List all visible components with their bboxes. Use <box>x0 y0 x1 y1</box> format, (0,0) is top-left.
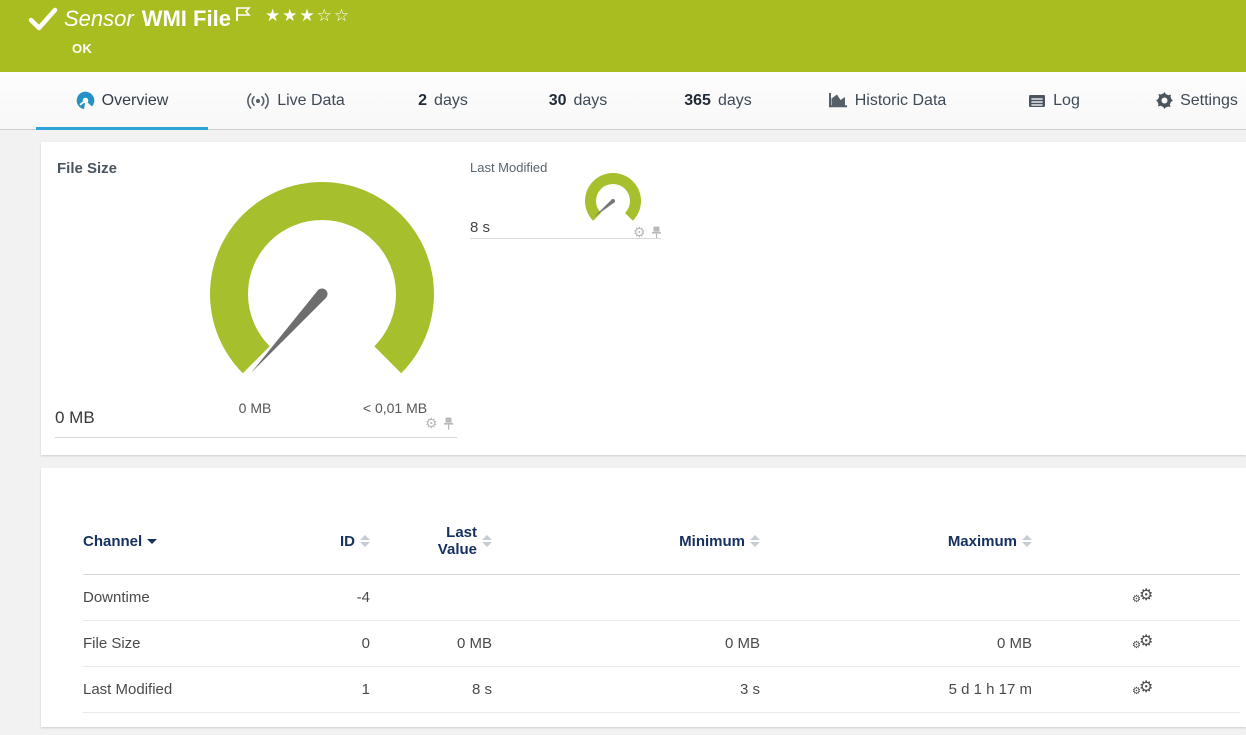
status-badge: OK <box>72 41 93 56</box>
tabbar: Overview Live Data 2 days 30 days 365 da… <box>0 72 1246 130</box>
tab-30-days-label: days <box>573 91 608 109</box>
cell-minimum: 0 MB <box>724 635 760 652</box>
tab-2-days-label: days <box>434 91 468 109</box>
column-header-channel[interactable]: Channel <box>83 533 293 550</box>
gauge-scale-max: < 0,01 MB <box>362 400 428 416</box>
column-header-last-value[interactable]: Last Value <box>425 524 492 558</box>
channels-table-header: Channel ID Last Value Minimum Maximum <box>83 508 1240 575</box>
cell-last-value: 8 s <box>471 681 492 698</box>
tab-log-label: Log <box>1053 91 1080 109</box>
column-label: Channel <box>83 532 143 550</box>
file-size-gauge <box>210 182 434 374</box>
tab-historic-data[interactable]: Historic Data <box>822 72 952 129</box>
secondary-gauge-title: Last Modified <box>470 160 548 175</box>
pin-icon[interactable] <box>443 417 454 430</box>
table-row-last-modified[interactable]: Last Modified 1 8 s 3 s 5 d 1 h 17 m ⚙ ⚙ <box>83 667 1240 713</box>
cell-channel: Last Modified <box>83 681 173 698</box>
secondary-gauge-divider <box>470 238 661 239</box>
primary-gauge-title: File Size <box>57 160 118 177</box>
sort-desc-icon <box>147 538 158 544</box>
tab-365-days[interactable]: 365 days <box>678 72 758 129</box>
sensor-name: WMI File <box>141 6 231 31</box>
sensor-title-row: Sensor WMI File ★★★☆☆ <box>28 6 351 32</box>
priority-stars[interactable]: ★★★☆☆ <box>265 6 351 26</box>
column-header-minimum[interactable]: Minimum <box>679 533 760 550</box>
status-check-icon <box>28 7 58 31</box>
column-header-id[interactable]: ID <box>340 533 370 550</box>
cell-maximum: 0 MB <box>996 635 1032 652</box>
table-row-downtime[interactable]: Downtime -4 ⚙ ⚙ <box>83 575 1240 621</box>
secondary-gauge-actions: ⚙ <box>633 225 662 239</box>
gauge-settings-icon[interactable]: ⚙ <box>633 225 646 239</box>
tab-log[interactable]: Log <box>1014 72 1094 129</box>
sort-icon <box>750 535 760 547</box>
channel-settings-gears-icon[interactable]: ⚙ ⚙ <box>1132 587 1156 608</box>
channel-settings-gears-icon[interactable]: ⚙ ⚙ <box>1132 679 1156 700</box>
cell-id: 0 <box>361 635 370 652</box>
tab-2-days-number: 2 <box>418 91 428 109</box>
primary-gauge-actions: ⚙ <box>425 416 454 430</box>
sensor-page: Sensor WMI File ★★★☆☆ OK Overview Live D… <box>0 0 1246 735</box>
tab-live-data[interactable]: Live Data <box>235 72 356 129</box>
tab-365-days-label: days <box>717 91 752 109</box>
tab-historic-data-label: Historic Data <box>854 91 947 109</box>
tab-live-data-label: Live Data <box>277 91 345 109</box>
sort-icon <box>482 535 492 547</box>
column-label: Minimum <box>679 532 745 550</box>
last-modified-gauge <box>585 173 641 221</box>
cell-maximum: 5 d 1 h 17 m <box>948 681 1032 698</box>
sensor-kind-label: Sensor <box>64 6 134 31</box>
column-label: Maximum <box>947 532 1017 550</box>
tab-30-days[interactable]: 30 days <box>538 72 618 129</box>
tab-overview[interactable]: Overview <box>36 72 208 130</box>
tab-settings-label: Settings <box>1180 91 1238 109</box>
gauge-needle <box>251 290 327 373</box>
tab-365-days-number: 365 <box>684 91 711 109</box>
pin-icon[interactable] <box>651 226 662 239</box>
gauge-scale-min: 0 MB <box>238 400 272 416</box>
gauge-icon <box>76 91 94 110</box>
last-modified-value: 8 s <box>470 219 491 236</box>
channels-table: Channel ID Last Value Minimum Maximum Do… <box>83 508 1240 713</box>
tab-30-days-number: 30 <box>548 91 567 109</box>
live-data-icon <box>247 92 270 109</box>
cell-channel: Downtime <box>83 589 150 606</box>
active-tab-underline <box>36 127 208 130</box>
cell-minimum: 3 s <box>739 681 760 698</box>
cell-id: 1 <box>361 681 370 698</box>
flag-icon[interactable] <box>235 6 251 22</box>
gauge-settings-icon[interactable]: ⚙ <box>425 416 438 430</box>
tab-settings[interactable]: Settings <box>1156 72 1238 129</box>
gauges-panel: File Size 0 MB < 0,01 MB 0 MB ⚙ Last Mod… <box>41 142 1246 455</box>
tab-2-days[interactable]: 2 days <box>403 72 483 129</box>
cell-id: -4 <box>356 589 370 606</box>
table-row-file-size[interactable]: File Size 0 0 MB 0 MB 0 MB ⚙ ⚙ <box>83 621 1240 667</box>
sort-icon <box>360 535 370 547</box>
column-label: ID <box>340 532 355 550</box>
sort-icon <box>1022 535 1032 547</box>
cell-channel: File Size <box>83 635 141 652</box>
log-icon <box>1029 94 1046 107</box>
settings-gear-icon <box>1156 92 1174 109</box>
column-header-maximum[interactable]: Maximum <box>948 533 1032 550</box>
cell-last-value: 0 MB <box>456 635 492 652</box>
channel-settings-gears-icon[interactable]: ⚙ ⚙ <box>1132 633 1156 654</box>
area-chart-icon <box>828 93 847 108</box>
column-label: Last Value <box>437 524 477 558</box>
sensor-header: Sensor WMI File ★★★☆☆ OK <box>0 0 1246 72</box>
file-size-value: 0 MB <box>55 408 95 427</box>
channels-panel: Channel ID Last Value Minimum Maximum Do… <box>41 468 1246 727</box>
primary-gauge-divider <box>55 437 457 438</box>
tab-overview-label: Overview <box>101 91 169 109</box>
